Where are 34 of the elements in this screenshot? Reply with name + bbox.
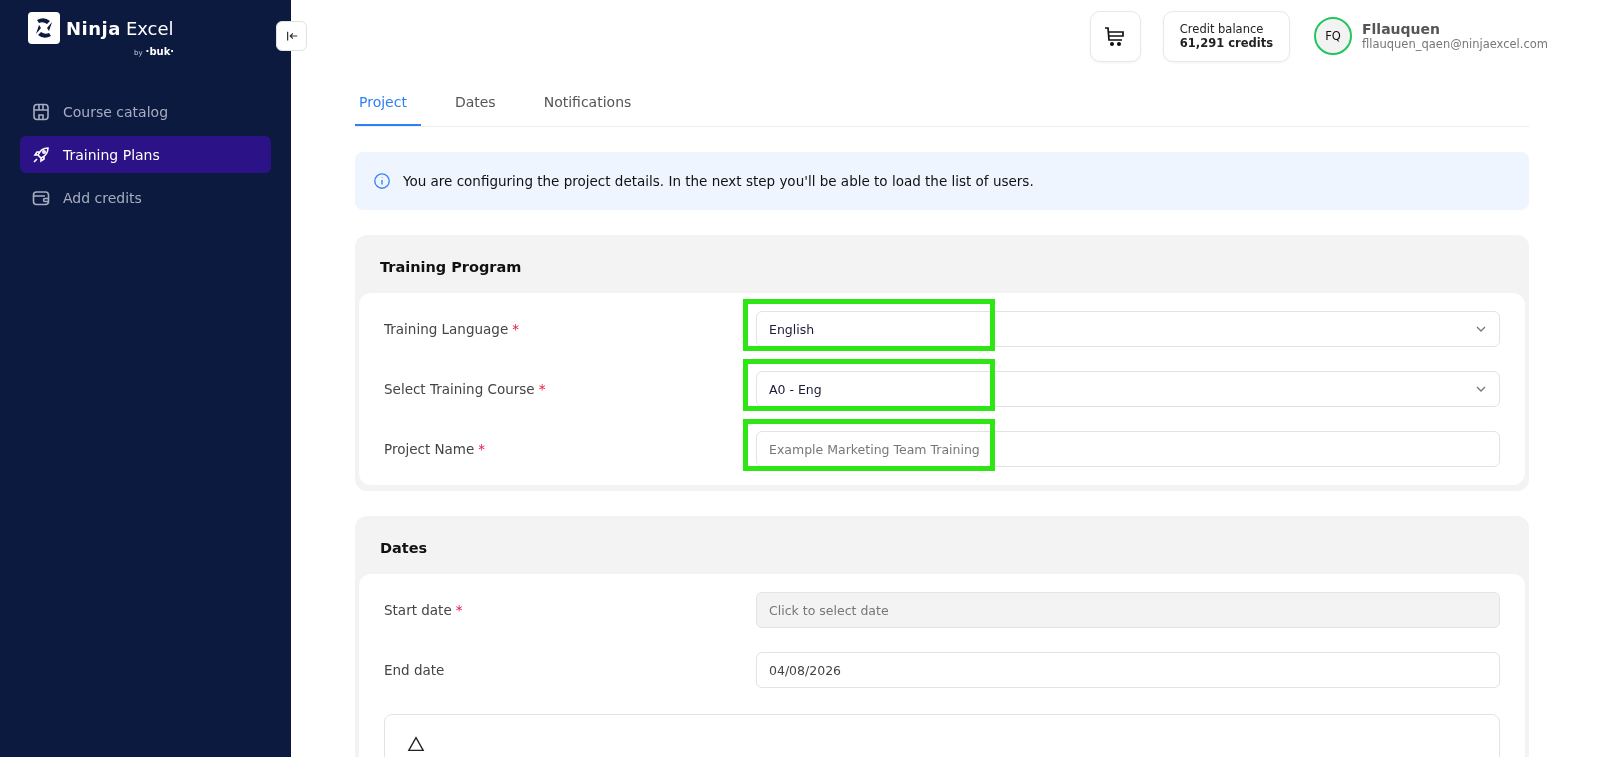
section-title: Training Program xyxy=(379,258,523,277)
brand-name: ·buk· xyxy=(145,46,175,57)
nav-item[interactable]: Training Plans xyxy=(20,136,271,173)
logo-suffix: Excel xyxy=(125,17,174,39)
collapse-sidebar-button[interactable] xyxy=(276,21,307,51)
user-avatar[interactable]: FQ xyxy=(1314,17,1352,55)
nav-item[interactable]: Course catalog xyxy=(20,93,271,130)
field-label: Select Training Course * xyxy=(384,381,547,397)
tab[interactable]: Project xyxy=(355,86,421,126)
cart-button[interactable] xyxy=(1089,10,1141,62)
user-name: Fllauquen xyxy=(1362,21,1442,37)
warning-icon xyxy=(407,735,425,753)
field-label: Training Language * xyxy=(384,321,520,337)
collapse-icon xyxy=(284,29,299,43)
info-text: You are configuring the project details. In the next step you'll be able to load the list of users. xyxy=(403,173,1034,189)
user-email: fllauquen_qaen@ninjaexcel.com xyxy=(1362,37,1548,51)
tab[interactable]: Dates xyxy=(450,86,510,126)
store-icon xyxy=(31,101,51,122)
logo-name: Ninja xyxy=(66,17,121,39)
tab[interactable]: Notifications xyxy=(539,86,646,126)
section-title: Dates xyxy=(379,539,429,558)
date-field[interactable]: 04/08/2026 xyxy=(756,652,1500,688)
input-field[interactable]: Example Marketing Team Training xyxy=(756,431,1500,467)
info-icon xyxy=(373,172,391,190)
field-label: Project Name * xyxy=(384,441,487,457)
field-label: End date xyxy=(384,662,446,678)
select-field[interactable]: A0 - Eng xyxy=(756,371,1500,407)
field-label: Start date * xyxy=(384,602,464,618)
credit-label: Credit balance xyxy=(1179,22,1265,36)
credit-value: 61,291 credits xyxy=(1179,36,1273,50)
rocket-icon xyxy=(31,144,51,165)
logo-icon xyxy=(28,12,60,44)
nav-item[interactable]: Add credits xyxy=(20,179,271,216)
select-field[interactable]: English xyxy=(756,311,1500,347)
